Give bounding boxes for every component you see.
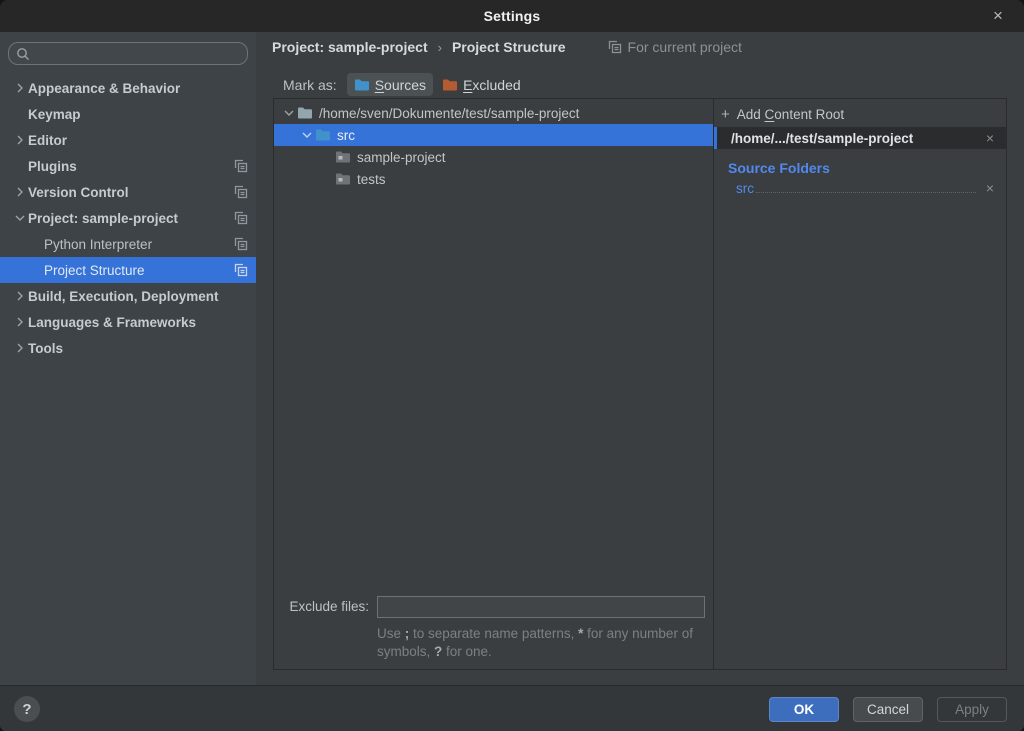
- tree-row-src[interactable]: src: [274, 124, 713, 146]
- ok-button[interactable]: OK: [769, 697, 839, 722]
- settings-sidebar: Appearance & Behavior Keymap Editor Plug…: [0, 32, 256, 685]
- sidebar-item-version-control[interactable]: Version Control: [0, 179, 256, 205]
- project-structure-panel: /home/sven/Dokumente/test/sample-project…: [273, 98, 1007, 670]
- tree-row-content-root[interactable]: /home/sven/Dokumente/test/sample-project: [274, 102, 713, 124]
- sidebar-item-editor[interactable]: Editor: [0, 127, 256, 153]
- breadcrumb-separator: ›: [438, 40, 442, 55]
- sidebar-item-appearance-behavior[interactable]: Appearance & Behavior: [0, 75, 256, 101]
- source-folder-icon: [315, 127, 331, 143]
- settings-nav: Appearance & Behavior Keymap Editor Plug…: [0, 75, 256, 361]
- source-folders-title: Source Folders: [728, 160, 1006, 176]
- source-folder-entry[interactable]: src ×: [736, 180, 1006, 196]
- chevron-down-icon[interactable]: [12, 214, 28, 222]
- folder-icon: [297, 105, 313, 121]
- folder-icon: [335, 149, 351, 165]
- sidebar-item-keymap[interactable]: Keymap: [0, 101, 256, 127]
- remove-source-folder-icon[interactable]: ×: [980, 180, 1006, 196]
- plus-icon: +: [721, 106, 730, 123]
- exclude-files-section: Exclude files: Use ; to separate name pa…: [274, 596, 705, 661]
- chevron-right-icon[interactable]: [12, 343, 28, 353]
- chevron-right-icon[interactable]: [12, 187, 28, 197]
- chevron-down-icon[interactable]: [281, 109, 297, 117]
- mark-as-label: Mark as:: [283, 77, 337, 93]
- directory-tree: /home/sven/Dokumente/test/sample-project…: [274, 99, 713, 190]
- mark-as-sources-button[interactable]: Sources: [347, 73, 433, 96]
- per-project-settings-icon: [608, 40, 622, 54]
- per-project-settings-icon: [234, 237, 248, 251]
- mark-as-toolbar: Mark as: Sources Excluded: [283, 73, 528, 96]
- dotted-leader: [756, 192, 976, 193]
- title-bar: Settings ×: [0, 0, 1024, 32]
- chevron-right-icon[interactable]: [12, 317, 28, 327]
- remove-content-root-icon[interactable]: ×: [980, 130, 1006, 146]
- search-box[interactable]: [8, 42, 248, 65]
- tree-row-sample-project[interactable]: sample-project: [274, 146, 713, 168]
- per-project-settings-icon: [234, 211, 248, 225]
- selection-strip: [714, 127, 717, 149]
- sidebar-item-languages-frameworks[interactable]: Languages & Frameworks: [0, 309, 256, 335]
- dialog-footer: ? OK Cancel Apply: [0, 685, 1024, 731]
- sidebar-item-tools[interactable]: Tools: [0, 335, 256, 361]
- dialog-title: Settings: [484, 8, 541, 24]
- content-root-details-pane: + Add Content Root /home/.../test/sample…: [713, 99, 1006, 669]
- breadcrumb-project[interactable]: Project: sample-project: [272, 39, 428, 55]
- sidebar-item-python-interpreter[interactable]: Python Interpreter: [0, 231, 256, 257]
- exclude-files-hint: Use ; to separate name patterns, * for a…: [377, 625, 717, 661]
- tree-row-tests[interactable]: tests: [274, 168, 713, 190]
- scope-indicator: For current project: [608, 39, 742, 55]
- settings-dialog: Settings × Appearance & Behavior Keymap …: [0, 0, 1024, 731]
- per-project-settings-icon: [234, 185, 248, 199]
- source-folder-name: src: [736, 181, 754, 196]
- chevron-right-icon[interactable]: [12, 83, 28, 93]
- content-root-entry[interactable]: /home/.../test/sample-project ×: [714, 127, 1006, 149]
- mark-as-excluded-button[interactable]: Excluded: [435, 73, 528, 96]
- content-root-tree-pane: /home/sven/Dokumente/test/sample-project…: [274, 99, 713, 669]
- chevron-down-icon[interactable]: [299, 131, 315, 139]
- apply-button[interactable]: Apply: [937, 697, 1007, 722]
- excluded-folder-icon: [442, 77, 458, 93]
- sidebar-item-project-structure[interactable]: Project Structure: [0, 257, 256, 283]
- close-icon[interactable]: ×: [984, 0, 1012, 32]
- help-button[interactable]: ?: [14, 696, 40, 722]
- content-root-path: /home/.../test/sample-project: [731, 131, 980, 146]
- breadcrumb-page: Project Structure: [452, 39, 566, 55]
- source-folder-icon: [354, 77, 370, 93]
- add-content-root-button[interactable]: + Add Content Root: [714, 101, 1006, 127]
- cancel-button[interactable]: Cancel: [853, 697, 923, 722]
- search-input[interactable]: [35, 46, 240, 61]
- per-project-settings-icon: [234, 263, 248, 277]
- chevron-right-icon[interactable]: [12, 291, 28, 301]
- per-project-settings-icon: [234, 159, 248, 173]
- exclude-files-input[interactable]: [377, 596, 705, 618]
- sidebar-item-plugins[interactable]: Plugins: [0, 153, 256, 179]
- exclude-files-label: Exclude files:: [274, 599, 369, 614]
- breadcrumb: Project: sample-project › Project Struct…: [272, 39, 742, 55]
- sidebar-item-project-sample-project[interactable]: Project: sample-project: [0, 205, 256, 231]
- sidebar-item-build-execution-deployment[interactable]: Build, Execution, Deployment: [0, 283, 256, 309]
- folder-icon: [335, 171, 351, 187]
- chevron-right-icon[interactable]: [12, 135, 28, 145]
- settings-content: Project: sample-project › Project Struct…: [256, 32, 1024, 685]
- search-icon: [16, 47, 30, 61]
